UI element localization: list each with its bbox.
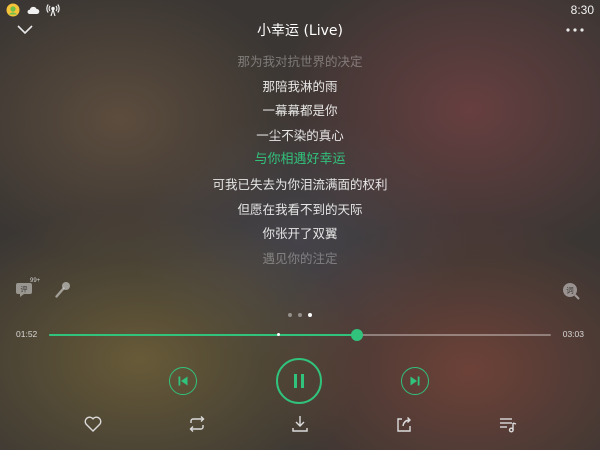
status-icons	[6, 3, 60, 17]
seek-bar-played	[49, 334, 357, 336]
svg-text:评: 评	[21, 286, 28, 294]
page-indicator	[0, 313, 600, 317]
lyric-line[interactable]: 那陪我淋的雨	[262, 75, 337, 100]
avatar-icon	[6, 3, 20, 17]
playback-controls	[0, 356, 600, 406]
svg-text:词: 词	[566, 286, 574, 295]
page-dot	[298, 313, 302, 317]
heart-icon	[84, 416, 102, 432]
share-icon	[397, 417, 411, 432]
lyric-line[interactable]: 你张开了双翼	[262, 222, 337, 247]
lyric-line[interactable]: 可我已失去为你泪流满面的权利	[212, 173, 387, 198]
lyric-search-button[interactable]: 词	[560, 280, 582, 302]
sing-button[interactable]	[52, 279, 74, 301]
song-title: 小幸运 (Live)	[257, 23, 343, 39]
lyric-line[interactable]: 遇见你的注定	[262, 247, 337, 272]
next-icon	[410, 376, 420, 386]
player-header: 小幸运 (Live)	[0, 18, 600, 42]
signal-tower-icon	[46, 3, 60, 17]
status-bar: 8:30	[0, 0, 600, 20]
seek-bar[interactable]	[49, 329, 551, 341]
repeat-icon	[189, 416, 205, 432]
playlist-button[interactable]	[497, 413, 519, 435]
pause-button[interactable]	[276, 358, 322, 404]
chevron-down-icon	[17, 25, 33, 35]
comment-count-badge: 99+	[30, 278, 41, 284]
previous-icon	[178, 376, 188, 386]
seek-thumb[interactable]	[350, 329, 363, 341]
lyric-line[interactable]: 一幕幕都是你	[262, 99, 337, 124]
bottom-action-bar	[0, 412, 600, 436]
lyric-search-icon: 词	[563, 283, 580, 300]
next-button[interactable]	[401, 367, 429, 395]
download-button[interactable]	[289, 413, 311, 435]
pause-icon	[294, 374, 304, 388]
share-button[interactable]	[393, 413, 415, 435]
microphone-icon	[55, 282, 70, 298]
lyric-line-active[interactable]: 与你相遇好幸运	[254, 148, 345, 173]
lyric-line[interactable]: 一尘不染的真心	[256, 124, 344, 149]
total-time: 03:03	[562, 329, 584, 339]
progress-row: 01:52 03:03	[0, 326, 600, 344]
cloud-icon	[26, 3, 40, 17]
repeat-mode-button[interactable]	[186, 413, 208, 435]
more-dots-icon	[566, 28, 584, 32]
more-button[interactable]	[564, 20, 586, 40]
lyrics-view[interactable]: 那为我对抗世界的决定 那陪我淋的雨 一幕幕都是你 一尘不染的真心 与你相遇好幸运…	[0, 50, 600, 271]
collapse-button[interactable]	[14, 20, 36, 40]
lyric-line[interactable]: 那为我对抗世界的决定	[237, 50, 362, 75]
download-icon	[292, 416, 308, 432]
elapsed-time: 01:52	[16, 329, 38, 339]
playlist-icon	[500, 418, 517, 433]
status-time: 8:30	[570, 3, 594, 17]
like-button[interactable]	[82, 413, 104, 435]
page-dot	[288, 313, 292, 317]
player-screen: 8:30 小幸运 (Live) 那为我对抗世界的决定 那陪我淋的雨 一幕幕都是你…	[0, 0, 600, 450]
previous-button[interactable]	[169, 367, 197, 395]
page-dot	[308, 313, 312, 317]
lyric-line[interactable]: 但愿在我看不到的天际	[237, 198, 362, 223]
